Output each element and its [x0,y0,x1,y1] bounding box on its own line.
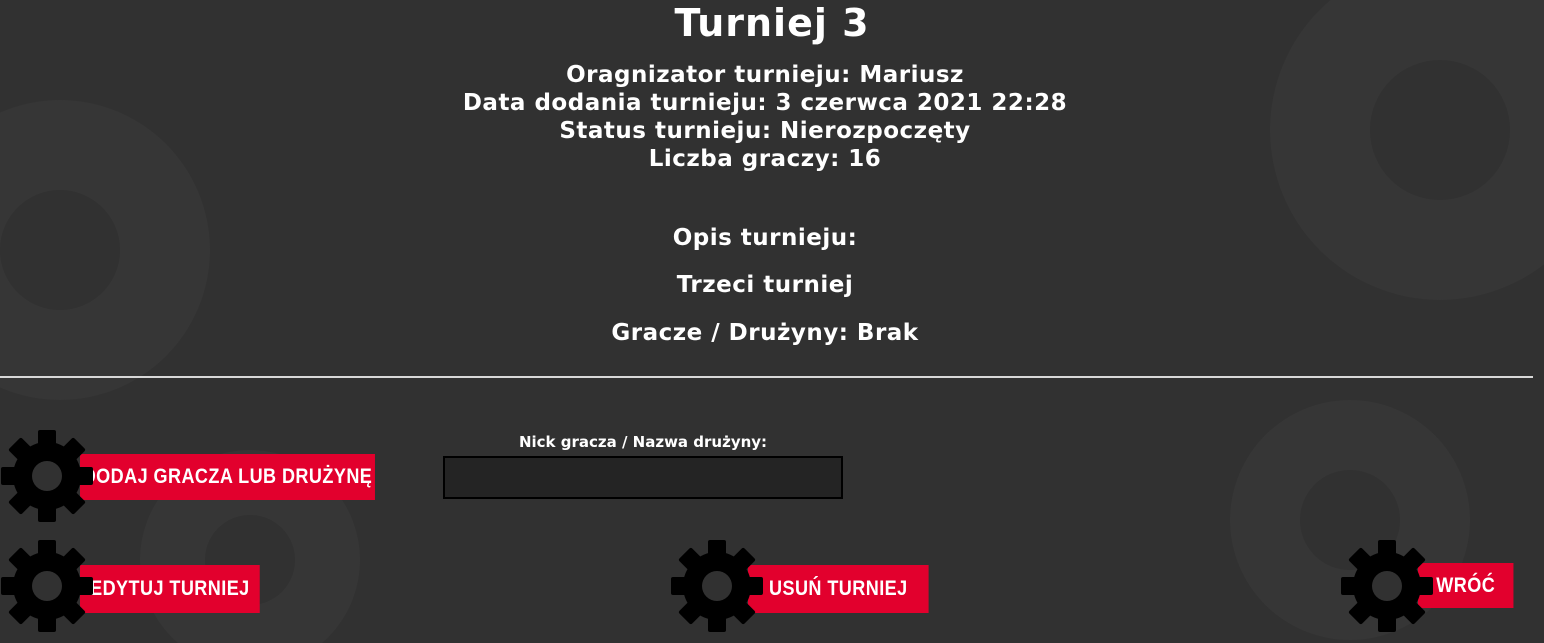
edit-tournament-button[interactable]: EDYTUJ TURNIEJ [0,539,290,633]
player-count-text: Liczba graczy: 16 [648,146,882,172]
divider [0,376,1533,378]
nick-input[interactable] [443,456,843,499]
gear-icon [671,540,763,632]
tournament-info: Oragnizator turnieju: Mariusz Data dodan… [0,61,1530,173]
back-button[interactable]: WRÓĆ [1340,539,1530,633]
page-title: Turniej 3 [674,1,870,45]
date-added-text: Data dodania turnieju: 3 czerwca 2021 22… [462,90,1068,116]
nick-field-label: Nick gracza / Nazwa drużyny: [518,433,768,451]
add-player-or-team-label: DODAJ GRACZA LUB DRUŻYNĘ [80,454,375,500]
add-player-or-team-button[interactable]: DODAJ GRACZA LUB DRUŻYNĘ [0,429,424,523]
gear-icon [1341,540,1433,632]
status-text: Status turnieju: Nierozpoczęty [559,118,971,144]
organizer-text: Oragnizator turnieju: Mariusz [566,62,964,88]
edit-tournament-label: EDYTUJ TURNIEJ [80,565,260,613]
delete-tournament-button[interactable]: USUŃ TURNIEJ [670,539,960,633]
gear-icon [1,430,93,522]
players-teams-text: Gracze / Drużyny: Brak [611,320,919,346]
description-label: Opis turnieju: [672,225,858,251]
description-text: Trzeci turniej [676,272,854,298]
delete-tournament-label: USUŃ TURNIEJ [748,565,929,613]
gear-icon [1,540,93,632]
tournament-page: Turniej 3 Oragnizator turnieju: Mariusz … [0,0,1544,643]
